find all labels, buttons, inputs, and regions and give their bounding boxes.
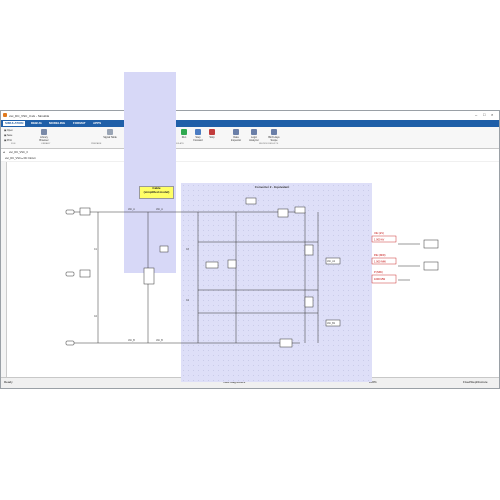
node-label-7: C3	[186, 249, 190, 251]
pdc-measure-label: Pdc (MW)	[374, 253, 386, 257]
node-label-2: Vdc_B	[128, 340, 135, 342]
p-measure-label: P (MW)	[374, 270, 383, 274]
p-meter-value: 1000 MW	[374, 277, 386, 281]
pdc-meter-value: 1.000 MW	[374, 260, 386, 264]
node-label-10: Vdc_B1	[327, 323, 336, 325]
node-label-3: Vdc_A	[156, 208, 163, 211]
vdc-measure-label: Vdc (kV)	[374, 231, 384, 235]
node-label-9: Vdc_A1	[327, 260, 336, 263]
circuit-diagram: Vdc (kV) 1.000 kV Pdc (MW) 1.000 MW P (M…	[65, 197, 439, 348]
node-label-5: C1	[94, 249, 98, 251]
node-label-6: C2	[94, 316, 98, 318]
vdc-meter-value: 1.000 kV	[374, 238, 385, 242]
node-label-8: C4	[186, 300, 190, 302]
node-label-1: Vdc_A	[128, 208, 135, 211]
node-label-4: Vdc_B	[156, 340, 163, 342]
